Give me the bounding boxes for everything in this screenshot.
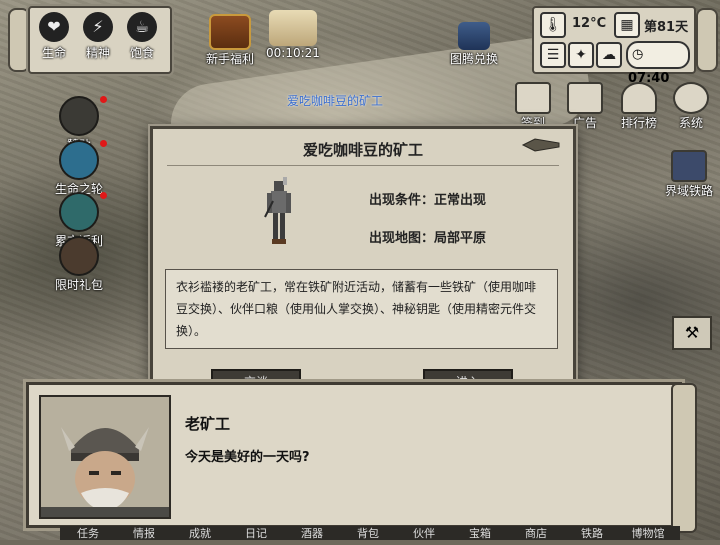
newbie-reward-label: 新手福利: [206, 52, 255, 66]
sponsor-icon: [59, 96, 99, 136]
countdown-timer: 00:10:21: [266, 46, 320, 60]
scroll-ornament-right: [696, 8, 718, 72]
system-button[interactable]: 系统: [666, 82, 716, 131]
notification-dot: [100, 96, 107, 103]
stat-spirit[interactable]: ⚡ 精神: [78, 12, 118, 61]
timer-reward-button[interactable]: 00:10:21: [266, 10, 320, 60]
ads-button[interactable]: 广告: [560, 82, 610, 131]
tab-partner[interactable]: 伙伴: [396, 527, 452, 541]
stat-label: 饱食: [129, 46, 154, 60]
npc-name: 老矿工: [185, 415, 231, 433]
calendar-icon: ▦: [614, 12, 640, 38]
status-panel: ❤ 生命 ⚡ 精神 ☕ 饱食: [28, 6, 172, 74]
tab-quest[interactable]: 任务: [60, 527, 116, 541]
close-arrow-icon[interactable]: [521, 137, 561, 153]
tab-bag[interactable]: 背包: [340, 527, 396, 541]
totem-exchange-label: 图腾兑换: [450, 52, 499, 66]
checkin-button[interactable]: 签到: [508, 82, 558, 131]
railway-label: 界域铁路: [664, 184, 713, 198]
day-counter: 第81天: [644, 20, 689, 35]
panel-scroll-ornament: [671, 383, 697, 533]
scroll-icon: [268, 10, 317, 46]
trophy-icon: [621, 82, 657, 114]
heart-icon: ❤: [39, 12, 69, 42]
gift-label: 限时礼包: [54, 278, 103, 292]
system-label: 系统: [678, 116, 703, 130]
stat-health[interactable]: ❤ 生命: [34, 12, 74, 61]
tab-museum[interactable]: 博物馆: [620, 527, 676, 541]
appear-condition: 出现条件：正常出现: [369, 193, 487, 208]
gear-icon: [673, 82, 709, 114]
realm-railway-button[interactable]: 界域铁路: [664, 150, 714, 199]
menu-icon[interactable]: ☰: [540, 42, 566, 68]
wheel-of-life-button[interactable]: 生命之轮: [44, 140, 114, 197]
title-divider: [167, 165, 559, 166]
limited-gift-button[interactable]: 限时礼包: [44, 236, 114, 293]
wheel-icon: [59, 140, 99, 180]
tab-vessel[interactable]: 酒器: [284, 527, 340, 541]
clock-icon: ◷: [632, 47, 644, 62]
notification-dot: [100, 192, 107, 199]
stat-label: 精神: [85, 46, 110, 60]
totem-exchange-button[interactable]: 图腾兑换: [450, 22, 498, 67]
cloud-sun-icon: ☁: [596, 42, 622, 68]
monster-info-dialog: 爱吃咖啡豆的矿工 出现条件：正常出现 出现地图：局部平原 衣衫褴褛的老矿工，常在…: [150, 126, 576, 392]
totem-icon: [458, 22, 490, 50]
tab-chest[interactable]: 宝箱: [452, 527, 508, 541]
newbie-reward-button[interactable]: 新手福利: [206, 14, 254, 67]
tab-diary[interactable]: 日记: [228, 527, 284, 541]
tab-railway[interactable]: 铁路: [564, 527, 620, 541]
monster-description: 衣衫褴褛的老矿工，常在铁矿附近活动，储蓄有一些铁矿（使用咖啡豆交换）、伙伴口粮（…: [165, 269, 558, 349]
map-location-label[interactable]: 爱吃咖啡豆的矿工: [287, 92, 383, 109]
leaderboard-button[interactable]: 排行榜: [614, 82, 664, 131]
tab-achievement[interactable]: 成就: [172, 527, 228, 541]
notification-dot: [100, 140, 107, 147]
stomach-icon: ☕: [127, 12, 157, 42]
npc-speech: 今天是美好的一天吗?: [185, 450, 310, 465]
appear-map: 出现地图：局部平原: [369, 231, 487, 246]
calendar-checkin-icon: [515, 82, 551, 114]
leaderboard-label: 排行榜: [620, 116, 657, 130]
thermometer-icon: 🌡: [540, 12, 566, 38]
game-clock: ◷ 07:40: [626, 41, 690, 86]
temperature-text: 12°C: [572, 16, 607, 31]
npc-portrait: [39, 395, 171, 519]
stat-label: 生命: [41, 46, 66, 60]
npc-dialogue-panel[interactable]: 老矿工 今天是美好的一天吗?: [26, 382, 697, 533]
hammer-tool-button[interactable]: ⚒: [672, 316, 712, 350]
tab-shop[interactable]: 商店: [508, 527, 564, 541]
ads-icon: [567, 82, 603, 114]
lightning-icon: ⚡: [83, 12, 113, 42]
stat-hunger[interactable]: ☕ 饱食: [122, 12, 162, 61]
rebate-icon: [59, 192, 99, 232]
hammer-icon: ⚒: [684, 323, 700, 342]
treasure-chest-icon: [209, 14, 251, 50]
dialog-title: 爱吃咖啡豆的矿工: [302, 141, 423, 159]
railway-icon: [671, 150, 707, 182]
miner-sprite: [264, 177, 291, 244]
scroll-ornament-left: [8, 8, 30, 72]
bottom-tab-bar: 任务 情报 成就 日记 酒器 背包 伙伴 宝箱 商店 铁路 博物馆: [60, 526, 680, 540]
weather-time-panel: 🌡 12°C ▦ 第81天 ☰ ✦ ☁ ◷ 07:40: [532, 6, 696, 86]
tab-intel[interactable]: 情报: [116, 527, 172, 541]
gift-icon: [59, 236, 99, 276]
wind-icon: ✦: [568, 42, 594, 68]
